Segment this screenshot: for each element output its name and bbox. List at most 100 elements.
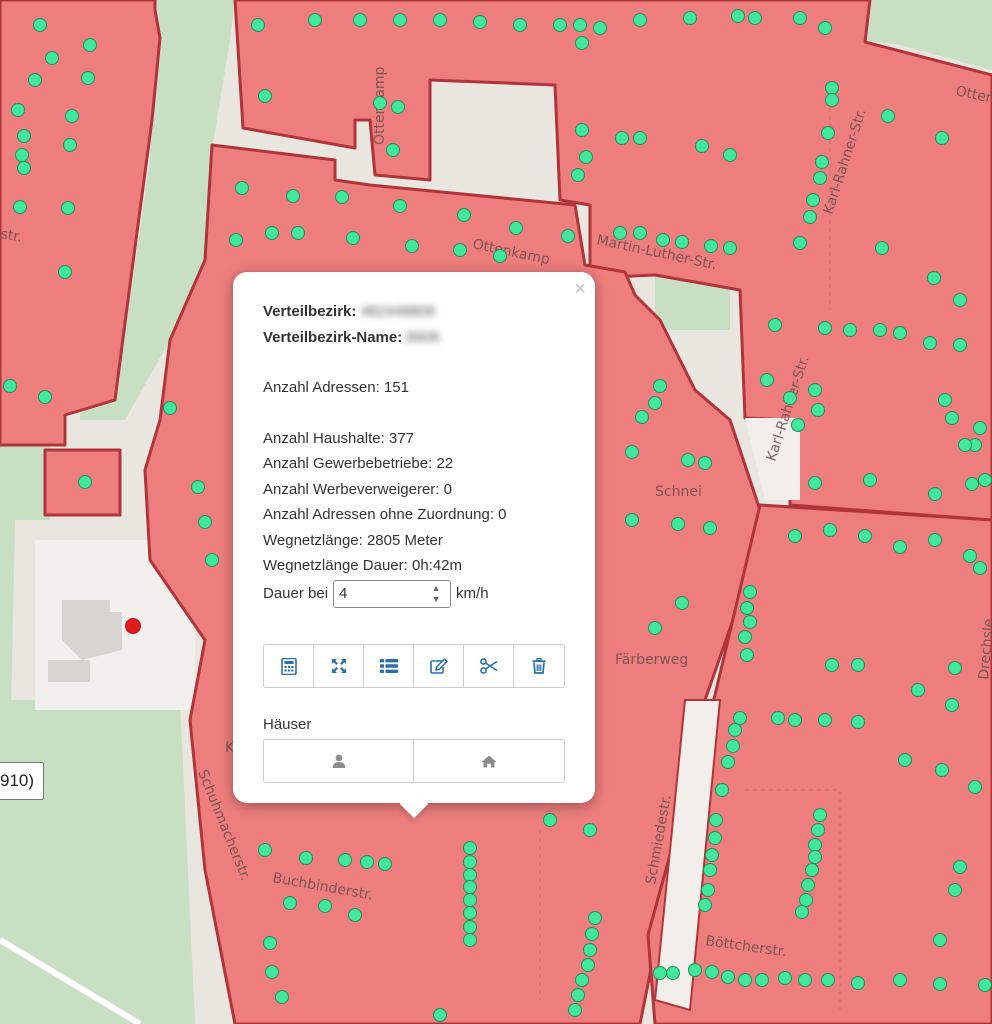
house-point[interactable] (648, 621, 662, 635)
house-point[interactable] (703, 521, 717, 535)
house-point[interactable] (858, 529, 872, 543)
house-point[interactable] (723, 148, 737, 162)
house-point[interactable] (938, 393, 952, 407)
house-point[interactable] (743, 585, 757, 599)
house-point[interactable] (28, 73, 42, 87)
house-point[interactable] (733, 711, 747, 725)
house-point[interactable] (945, 411, 959, 425)
house-point[interactable] (973, 421, 987, 435)
house-point[interactable] (457, 208, 471, 222)
house-point[interactable] (625, 513, 639, 527)
house-point[interactable] (811, 823, 825, 837)
house-point[interactable] (299, 851, 313, 865)
house-point[interactable] (463, 841, 477, 855)
house-point[interactable] (963, 549, 977, 563)
house-point[interactable] (81, 71, 95, 85)
house-point[interactable] (851, 976, 865, 990)
house-point[interactable] (593, 21, 607, 35)
house-point[interactable] (923, 336, 937, 350)
house-point[interactable] (575, 36, 589, 50)
house-point[interactable] (823, 523, 837, 537)
delete-button[interactable] (514, 645, 564, 687)
house-point[interactable] (953, 293, 967, 307)
house-point[interactable] (698, 456, 712, 470)
house-point[interactable] (463, 933, 477, 947)
house-point[interactable] (978, 978, 992, 992)
house-point[interactable] (927, 271, 941, 285)
house-point[interactable] (726, 739, 740, 753)
house-point[interactable] (581, 958, 595, 972)
house-point[interactable] (968, 780, 982, 794)
persons-button[interactable] (264, 740, 414, 782)
house-point[interactable] (893, 973, 907, 987)
house-point[interactable] (585, 927, 599, 941)
house-point[interactable] (815, 155, 829, 169)
house-point[interactable] (748, 11, 762, 25)
house-point[interactable] (635, 410, 649, 424)
house-point[interactable] (825, 658, 839, 672)
house-point[interactable] (463, 906, 477, 920)
house-point[interactable] (15, 148, 29, 162)
house-point[interactable] (803, 210, 817, 224)
house-point[interactable] (695, 139, 709, 153)
house-point[interactable] (948, 661, 962, 675)
speed-stepper[interactable]: 4 ▲ ▼ (333, 579, 452, 608)
house-point[interactable] (338, 853, 352, 867)
house-point[interactable] (731, 9, 745, 23)
house-point[interactable] (701, 883, 715, 897)
house-point[interactable] (318, 899, 332, 913)
house-point[interactable] (433, 1008, 447, 1022)
house-point[interactable] (373, 96, 387, 110)
house-point[interactable] (235, 181, 249, 195)
house-point[interactable] (386, 143, 400, 157)
house-point[interactable] (788, 713, 802, 727)
house-point[interactable] (933, 977, 947, 991)
house-point[interactable] (205, 553, 219, 567)
split-button[interactable] (464, 645, 514, 687)
house-point[interactable] (821, 126, 835, 140)
house-point[interactable] (11, 103, 25, 117)
house-point[interactable] (65, 109, 79, 123)
map-marker-label[interactable]: 910) (0, 762, 44, 800)
house-point[interactable] (405, 239, 419, 253)
house-point[interactable] (509, 221, 523, 235)
house-point[interactable] (953, 338, 967, 352)
house-point[interactable] (873, 323, 887, 337)
house-point[interactable] (808, 850, 822, 864)
house-point[interactable] (263, 936, 277, 950)
house-point[interactable] (473, 15, 487, 29)
house-point[interactable] (760, 373, 774, 387)
house-point[interactable] (704, 239, 718, 253)
house-point[interactable] (703, 863, 717, 877)
house-point[interactable] (251, 18, 265, 32)
house-point[interactable] (945, 698, 959, 712)
house-point[interactable] (958, 438, 972, 452)
house-point[interactable] (738, 630, 752, 644)
house-point[interactable] (743, 615, 757, 629)
house-point[interactable] (755, 973, 769, 987)
house-point[interactable] (721, 970, 735, 984)
house-point[interactable] (928, 487, 942, 501)
house-point[interactable] (17, 129, 31, 143)
house-point[interactable] (393, 13, 407, 27)
house-point[interactable] (801, 878, 815, 892)
house-point[interactable] (806, 193, 820, 207)
house-point[interactable] (561, 229, 575, 243)
house-point[interactable] (808, 476, 822, 490)
house-point[interactable] (653, 966, 667, 980)
house-point[interactable] (821, 973, 835, 987)
house-point[interactable] (688, 963, 702, 977)
house-point[interactable] (791, 418, 805, 432)
house-point[interactable] (818, 321, 832, 335)
house-point[interactable] (705, 848, 719, 862)
house-point[interactable] (258, 89, 272, 103)
house-point[interactable] (798, 973, 812, 987)
house-point[interactable] (721, 755, 735, 769)
calculate-button[interactable] (264, 645, 314, 687)
house-point[interactable] (728, 723, 742, 737)
house-point[interactable] (648, 396, 662, 410)
house-point[interactable] (740, 601, 754, 615)
house-point[interactable] (360, 855, 374, 869)
house-point[interactable] (335, 190, 349, 204)
house-point[interactable] (898, 753, 912, 767)
